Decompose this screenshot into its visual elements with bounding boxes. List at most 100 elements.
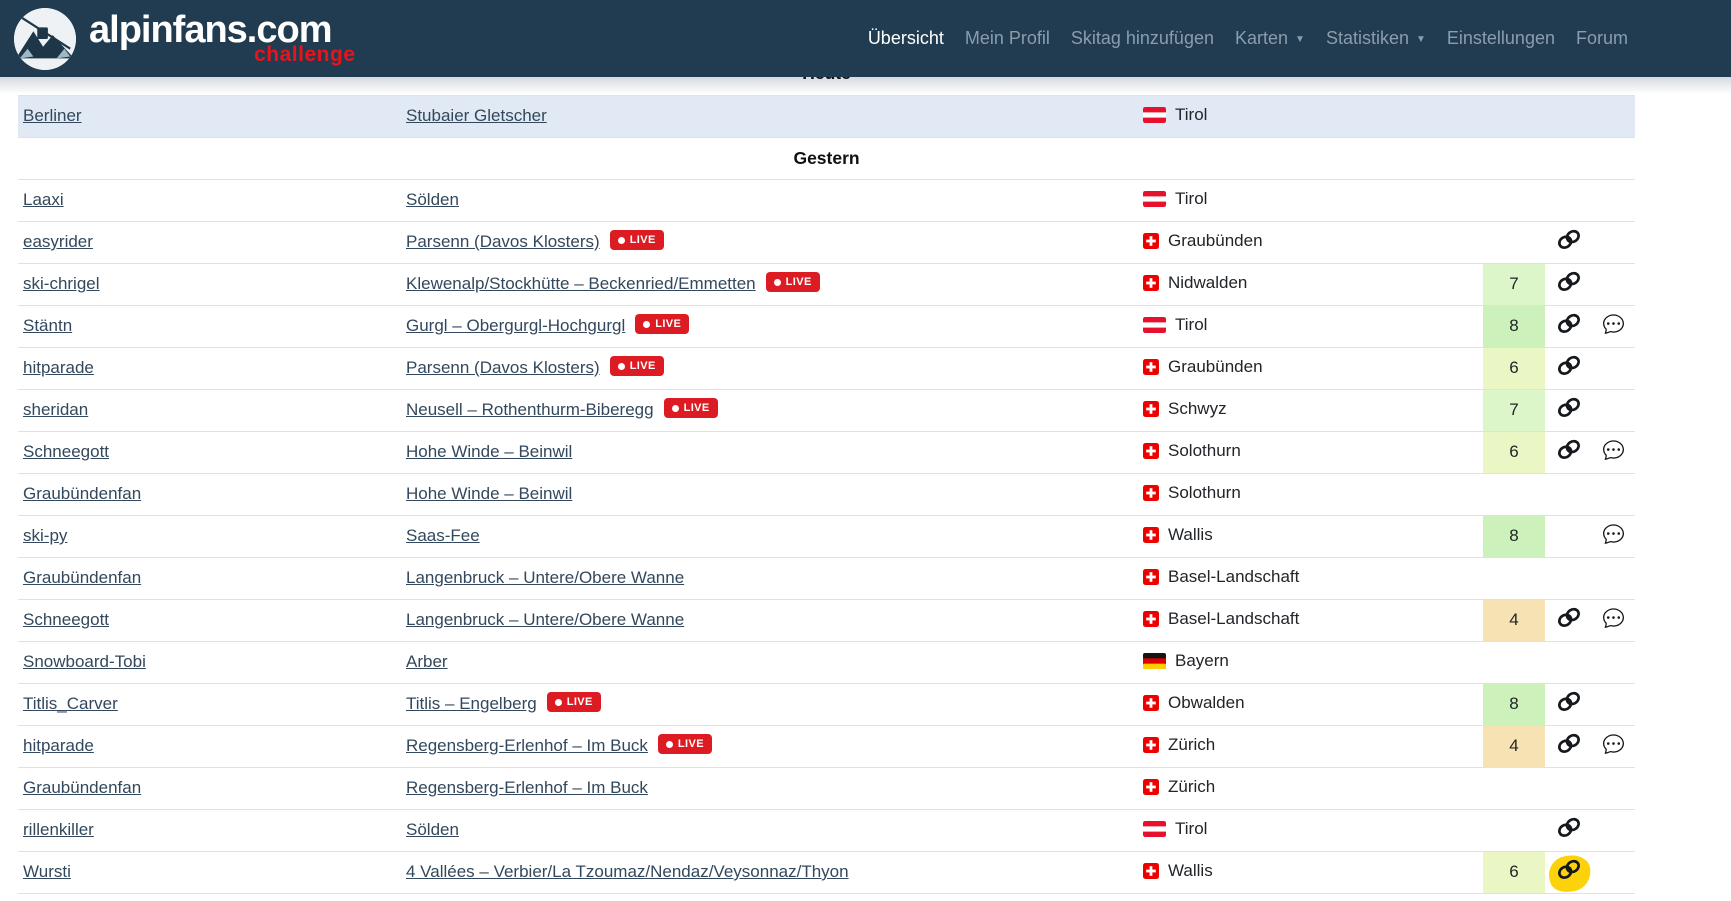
navbar: alpinfans.com challenge Übersicht Mein Pr… xyxy=(0,0,1731,77)
skiday-row: Snowboard-Tobi Arber Bayern xyxy=(18,641,1635,683)
rating-cell: 6 xyxy=(1483,347,1545,389)
nav-item-karten[interactable]: Karten▼ xyxy=(1235,28,1305,49)
nav-item-mein-profil[interactable]: Mein Profil xyxy=(965,28,1050,49)
resort-link[interactable]: Langenbruck – Untere/Obere Wanne xyxy=(406,568,684,587)
skiday-link-button[interactable] xyxy=(1557,733,1581,754)
resort-link[interactable]: Neusell – Rothenthurm-Biberegg xyxy=(406,400,654,419)
brand[interactable]: alpinfans.com challenge xyxy=(14,8,332,70)
resort-link[interactable]: Regensberg-Erlenhof – Im Buck xyxy=(406,778,648,797)
chain-link-icon xyxy=(1557,271,1581,292)
skiday-row: LaaxiSöldenTirol xyxy=(18,179,1635,221)
region-cell: Bayern xyxy=(1143,651,1229,671)
switzerland-flag-icon xyxy=(1143,569,1159,585)
region-cell: Tirol xyxy=(1143,105,1207,125)
skiday-link-button[interactable] xyxy=(1557,397,1581,418)
nav-item--bersicht[interactable]: Übersicht xyxy=(868,28,944,49)
user-link[interactable]: Schneegott xyxy=(23,442,109,461)
resort-link[interactable]: Arber xyxy=(406,652,448,671)
skiday-link-button[interactable] xyxy=(1557,355,1581,376)
user-link[interactable]: Graubündenfan xyxy=(23,568,141,587)
region-cell: Solothurn xyxy=(1143,483,1241,503)
skiday-link-button[interactable] xyxy=(1557,607,1581,628)
user-link[interactable]: Snowboard-Tobi xyxy=(23,652,146,671)
nav-item-forum[interactable]: Forum xyxy=(1576,28,1628,49)
region-label: Solothurn xyxy=(1168,483,1241,503)
user-link[interactable]: hitparade xyxy=(23,736,94,755)
user-link[interactable]: ski-chrigel xyxy=(23,274,100,293)
user-link[interactable]: Berliner xyxy=(23,106,82,125)
resort-link[interactable]: Parsenn (Davos Klosters) xyxy=(406,232,600,251)
user-link[interactable]: Wursti xyxy=(23,862,71,881)
user-link[interactable]: Stäntn xyxy=(23,316,72,335)
resort-link[interactable]: Langenbruck – Untere/Obere Wanne xyxy=(406,610,684,629)
skiday-row: rillenkillerSöldenTirol xyxy=(18,809,1635,851)
skiday-link-button[interactable] xyxy=(1557,229,1581,250)
rating-cell: 4 xyxy=(1483,599,1545,641)
skiday-row: easyriderParsenn (Davos Klosters)LIVEGra… xyxy=(18,221,1635,263)
skiday-row: Graubündenfan Regensberg-Erlenhof – Im Bu… xyxy=(18,767,1635,809)
skiday-link-button[interactable] xyxy=(1557,271,1581,292)
comment-button[interactable] xyxy=(1603,439,1624,460)
comment-button[interactable] xyxy=(1603,523,1624,544)
resort-link[interactable]: Hohe Winde – Beinwil xyxy=(406,484,572,503)
region-label: Bayern xyxy=(1175,651,1229,671)
user-link[interactable]: easyrider xyxy=(23,232,93,251)
user-link[interactable]: Titlis_Carver xyxy=(23,694,118,713)
live-badge-label: LIVE xyxy=(567,696,593,708)
comment-button[interactable] xyxy=(1603,313,1624,334)
rating-cell: 4 xyxy=(1483,725,1545,767)
user-link[interactable]: sheridan xyxy=(23,400,88,419)
resort-link[interactable]: Sölden xyxy=(406,190,459,209)
switzerland-flag-icon xyxy=(1143,443,1159,459)
resort-link[interactable]: Hohe Winde – Beinwil xyxy=(406,442,572,461)
skiday-row: sheridanNeusell – Rothenthurm-BibereggLI… xyxy=(18,389,1635,431)
comment-button[interactable] xyxy=(1603,607,1624,628)
resort-link[interactable]: Parsenn (Davos Klosters) xyxy=(406,358,600,377)
skiday-row: Berliner Stubaier Gletscher Tirol xyxy=(18,95,1635,137)
live-badge: LIVE xyxy=(547,692,601,712)
region-cell: Nidwalden xyxy=(1143,273,1247,293)
comment-button[interactable] xyxy=(1603,733,1624,754)
user-link[interactable]: Schneegott xyxy=(23,610,109,629)
content-area: HeuteBerlinerStubaier GletscherTirolGest… xyxy=(18,53,1635,894)
rating-cell xyxy=(1483,95,1545,137)
resort-link[interactable]: Regensberg-Erlenhof – Im Buck xyxy=(406,736,648,755)
skiday-link-button[interactable] xyxy=(1557,691,1581,712)
resort-link[interactable]: Klewenalp/Stockhütte – Beckenried/Emmett… xyxy=(406,274,756,293)
main-nav: Übersicht Mein Profil Skitag hinzufügen Kar… xyxy=(868,28,1628,49)
resort-link[interactable]: Titlis – Engelberg xyxy=(406,694,537,713)
nav-item-einstellungen[interactable]: Einstellungen xyxy=(1447,28,1555,49)
nav-item-skitag-hinzuf-gen[interactable]: Skitag hinzufügen xyxy=(1071,28,1214,49)
chain-link-icon xyxy=(1557,355,1581,376)
skiday-link-button[interactable] xyxy=(1557,439,1581,460)
skiday-row: hitparadeParsenn (Davos Klosters)LIVEGra… xyxy=(18,347,1635,389)
skiday-link-button[interactable] xyxy=(1557,817,1581,838)
user-link[interactable]: rillenkiller xyxy=(23,820,94,839)
resort-link[interactable]: Saas-Fee xyxy=(406,526,480,545)
region-cell: Solothurn xyxy=(1143,441,1241,461)
switzerland-flag-icon xyxy=(1143,527,1159,543)
nav-item-label: Einstellungen xyxy=(1447,28,1555,49)
resort-link[interactable]: 4 Vallées – Verbier/La Tzoumaz/Nendaz/Ve… xyxy=(406,862,849,881)
user-link[interactable]: Laaxi xyxy=(23,190,64,209)
region-label: Basel-Landschaft xyxy=(1168,567,1299,587)
skiday-link-button[interactable] xyxy=(1557,859,1581,880)
chevron-down-icon: ▼ xyxy=(1295,35,1305,45)
region-cell: Zürich xyxy=(1143,735,1215,755)
nav-item-statistiken[interactable]: Statistiken▼ xyxy=(1326,28,1426,49)
live-badge-label: LIVE xyxy=(678,738,704,750)
resort-link[interactable]: Gurgl – Obergurgl-Hochgurgl xyxy=(406,316,625,335)
resort-link[interactable]: Sölden xyxy=(406,820,459,839)
resort-link[interactable]: Stubaier Gletscher xyxy=(406,106,547,125)
user-link[interactable]: ski-py xyxy=(23,526,67,545)
region-cell: Wallis xyxy=(1143,861,1213,881)
user-link[interactable]: hitparade xyxy=(23,358,94,377)
user-link[interactable]: Graubündenfan xyxy=(23,484,141,503)
chain-link-icon xyxy=(1557,397,1581,418)
live-dot-icon xyxy=(555,699,562,706)
skiday-row: SchneegottHohe Winde – BeinwilSolothurn6 xyxy=(18,431,1635,473)
user-link[interactable]: Graubündenfan xyxy=(23,778,141,797)
rating-cell: 8 xyxy=(1483,683,1545,725)
austria-flag-icon xyxy=(1143,821,1166,837)
skiday-link-button[interactable] xyxy=(1557,313,1581,334)
